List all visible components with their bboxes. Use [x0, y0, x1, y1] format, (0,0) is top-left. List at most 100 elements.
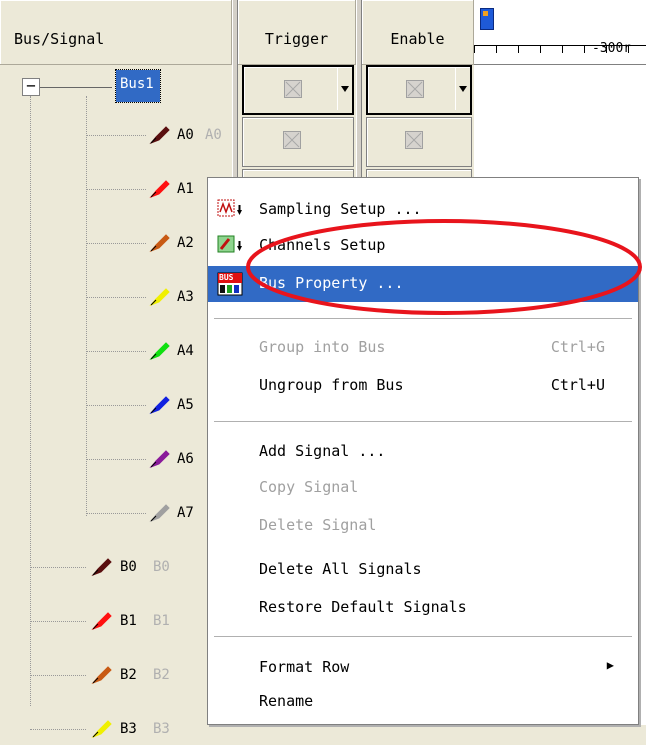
signal-label: B0 — [120, 559, 137, 575]
highlight-ellipse — [246, 219, 642, 315]
tree-connector — [40, 87, 112, 88]
signal-label: B3 — [120, 721, 137, 737]
signal-alias: A0 — [205, 127, 222, 143]
menu-item-copy-signal[interactable]: Copy Signal — [208, 470, 638, 506]
signal-label: A4 — [177, 343, 194, 359]
probe-icon — [148, 124, 172, 146]
checkbox-icon — [406, 80, 424, 98]
delete-all-signals-label: Delete All Signals — [259, 560, 422, 578]
menu-separator — [214, 636, 632, 638]
enable-header[interactable]: Enable — [362, 0, 474, 65]
signal-row[interactable]: A5 — [0, 391, 232, 421]
signal-row[interactable]: A0 A0 — [0, 121, 232, 151]
tree-connector — [30, 567, 86, 568]
tree-connector — [86, 297, 146, 298]
signal-label: B2 — [120, 667, 137, 683]
ungroup-from-bus-shortcut: Ctrl+U — [550, 376, 605, 394]
checkbox-icon — [405, 131, 423, 149]
checkbox-icon — [284, 80, 302, 98]
dropdown-arrow-icon[interactable] — [455, 68, 470, 110]
signal-alias: B2 — [153, 667, 170, 683]
signal-row[interactable]: A4 — [0, 337, 232, 367]
probe-icon — [90, 610, 114, 632]
menu-item-rename[interactable]: Rename — [208, 684, 638, 720]
tree-connector — [86, 351, 146, 352]
probe-icon — [148, 286, 172, 308]
menu-item-group-into-bus[interactable]: Group into Bus Ctrl+G — [208, 330, 638, 366]
signal-row[interactable]: A1 — [0, 175, 232, 205]
trigger-header-label: Trigger — [264, 30, 329, 48]
menu-item-delete-all-signals[interactable]: Delete All Signals — [208, 552, 638, 588]
trigger-header[interactable]: Trigger — [238, 0, 356, 65]
group-into-bus-label: Group into Bus — [259, 338, 386, 356]
signal-label: A2 — [177, 235, 194, 251]
signal-label: A0 — [177, 127, 194, 143]
timeline-ruler[interactable]: -300r — [474, 0, 646, 65]
signal-alias: B1 — [153, 613, 170, 629]
ungroup-from-bus-label: Ungroup from Bus — [259, 376, 404, 394]
delete-signal-label: Delete Signal — [259, 516, 377, 534]
collapse-toggle[interactable]: − — [22, 78, 40, 96]
signal-label: A5 — [177, 397, 194, 413]
bus1-node[interactable]: Bus1 — [115, 69, 161, 103]
probe-icon — [148, 232, 172, 254]
menu-separator — [214, 421, 632, 423]
signal-label: A7 — [177, 505, 194, 521]
format-row-label: Format Row — [259, 658, 350, 676]
menu-item-delete-signal[interactable]: Delete Signal — [208, 508, 638, 544]
probe-icon — [90, 556, 114, 578]
trigger-cell[interactable] — [242, 65, 354, 115]
sampling-setup-icon — [217, 199, 242, 217]
restore-default-signals-label: Restore Default Signals — [259, 598, 467, 616]
tree-connector — [86, 405, 146, 406]
submenu-arrow-icon: ▶ — [606, 658, 614, 672]
bus1-label: Bus1 — [120, 76, 154, 92]
ruler-label: -300r — [592, 41, 632, 56]
signal-row[interactable]: B2 B2 — [0, 661, 232, 691]
tree-connector — [30, 675, 86, 676]
signal-row[interactable]: B0 B0 — [0, 553, 232, 583]
menu-item-add-signal[interactable]: Add Signal ... — [208, 434, 638, 470]
enable-cell[interactable] — [366, 117, 472, 167]
signal-alias: B3 — [153, 721, 170, 737]
tree-connector — [30, 621, 86, 622]
signal-row[interactable]: A7 — [0, 499, 232, 529]
tree-connector — [86, 513, 146, 514]
probe-icon — [148, 178, 172, 200]
menu-item-ungroup-from-bus[interactable]: Ungroup from Bus Ctrl+U — [208, 368, 638, 404]
signal-tree: − Bus1 A0 A0 A1 A2 A3 A4 A5 A6 A7 B0 B0 B1 B1 B2 B2 B3 B… — [0, 65, 232, 739]
signal-row[interactable]: A3 — [0, 283, 232, 313]
trigger-cell[interactable] — [242, 117, 354, 167]
bus-icon-text: BUS — [219, 273, 234, 282]
group-into-bus-shortcut: Ctrl+G — [550, 338, 605, 356]
signal-alias: B0 — [153, 559, 170, 575]
tree-connector — [86, 243, 146, 244]
signal-label: A3 — [177, 289, 194, 305]
channels-setup-icon — [217, 235, 242, 253]
signal-row[interactable]: B3 B3 — [0, 715, 232, 745]
signal-row[interactable]: A2 — [0, 229, 232, 259]
enable-cell[interactable] — [366, 65, 472, 115]
signal-label: B1 — [120, 613, 137, 629]
signal-label: A1 — [177, 181, 194, 197]
probe-icon — [148, 394, 172, 416]
probe-icon — [90, 718, 114, 740]
signal-row[interactable]: A6 — [0, 445, 232, 475]
dropdown-arrow-icon[interactable] — [337, 68, 352, 110]
menu-item-restore-default-signals[interactable]: Restore Default Signals — [208, 590, 638, 626]
tree-connector — [86, 135, 146, 136]
copy-signal-label: Copy Signal — [259, 478, 359, 496]
signal-row[interactable]: B1 B1 — [0, 607, 232, 637]
checkbox-icon — [283, 131, 301, 149]
bus-signal-header[interactable]: Bus/Signal — [0, 0, 232, 65]
rename-label: Rename — [259, 692, 314, 710]
bus-signal-header-label: Bus/Signal — [14, 30, 105, 48]
enable-header-label: Enable — [390, 30, 445, 48]
probe-icon — [90, 664, 114, 686]
tree-connector — [86, 459, 146, 460]
probe-icon — [148, 502, 172, 524]
cursor-marker-dot — [483, 11, 488, 16]
add-signal-label: Add Signal ... — [259, 442, 386, 460]
menu-item-format-row[interactable]: Format Row ▶ — [208, 650, 638, 686]
cursor-marker[interactable] — [480, 8, 494, 30]
